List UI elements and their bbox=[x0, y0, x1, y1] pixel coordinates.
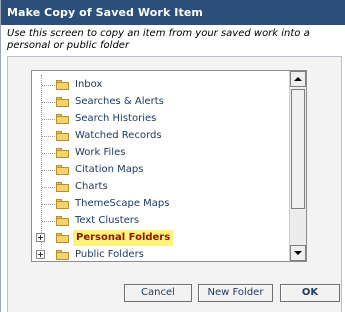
folder-tree: Inbox Searches & Alerts Search Histories… bbox=[31, 70, 307, 262]
ok-button[interactable]: OK bbox=[280, 284, 340, 302]
cancel-button[interactable]: Cancel bbox=[124, 284, 192, 302]
dialog-title: Make Copy of Saved Work Item bbox=[1, 0, 345, 25]
folder-icon bbox=[56, 199, 70, 209]
tree-item-charts[interactable]: Charts bbox=[32, 179, 290, 195]
expand-plus-icon[interactable] bbox=[36, 250, 45, 259]
arrow-down-icon bbox=[294, 251, 302, 255]
tree-scrollbar[interactable] bbox=[289, 71, 306, 261]
folder-icon bbox=[56, 131, 70, 141]
new-folder-button[interactable]: New Folder bbox=[198, 284, 273, 302]
dialog-instructions: Use this screen to copy an item from you… bbox=[7, 28, 310, 51]
folder-icon bbox=[56, 216, 70, 226]
arrow-up-icon bbox=[294, 77, 302, 81]
folder-tree-list: Inbox Searches & Alerts Search Histories… bbox=[32, 71, 290, 261]
folder-icon bbox=[56, 97, 70, 107]
tree-item-searches-alerts[interactable]: Searches & Alerts bbox=[32, 94, 290, 110]
folder-icon bbox=[56, 148, 70, 158]
tree-item-label: Watched Records bbox=[75, 130, 162, 141]
tree-item-label: Search Histories bbox=[75, 113, 157, 124]
tree-item-label: Public Folders bbox=[75, 249, 144, 260]
tree-item-label: Text Clusters bbox=[75, 215, 140, 226]
folder-icon bbox=[56, 233, 70, 243]
folder-icon bbox=[56, 182, 70, 192]
scroll-thumb[interactable] bbox=[291, 89, 305, 209]
tree-item-citation-maps[interactable]: Citation Maps bbox=[32, 162, 290, 178]
tree-item-label: Citation Maps bbox=[75, 164, 144, 175]
tree-item-search-histories[interactable]: Search Histories bbox=[32, 111, 290, 127]
tree-item-inbox[interactable]: Inbox bbox=[32, 77, 290, 93]
expand-plus-icon[interactable] bbox=[36, 233, 45, 242]
tree-item-work-files[interactable]: Work Files bbox=[32, 145, 290, 161]
folder-icon bbox=[56, 165, 70, 175]
dialog-button-bar: Cancel New Folder OK bbox=[1, 284, 345, 304]
scroll-up-button[interactable] bbox=[290, 71, 306, 87]
tree-item-label-selected: Personal Folders bbox=[73, 230, 174, 246]
tree-item-label: Charts bbox=[75, 181, 108, 192]
tree-item-label: ThemeScape Maps bbox=[75, 198, 170, 209]
folder-icon bbox=[56, 250, 70, 260]
copy-saved-work-dialog: Make Copy of Saved Work Item Use this sc… bbox=[0, 0, 345, 312]
tree-item-themescape-maps[interactable]: ThemeScape Maps bbox=[32, 196, 290, 212]
tree-item-label: Inbox bbox=[75, 79, 103, 90]
tree-item-watched-records[interactable]: Watched Records bbox=[32, 128, 290, 144]
folder-icon bbox=[56, 114, 70, 124]
tree-item-label: Searches & Alerts bbox=[75, 96, 164, 107]
tree-item-public-folders[interactable]: Public Folders bbox=[32, 247, 290, 261]
tree-item-label: Work Files bbox=[75, 147, 126, 158]
tree-item-personal-folders[interactable]: Personal Folders bbox=[32, 230, 290, 246]
folder-icon bbox=[56, 80, 70, 90]
tree-item-text-clusters[interactable]: Text Clusters bbox=[32, 213, 290, 229]
scroll-down-button[interactable] bbox=[290, 245, 306, 261]
